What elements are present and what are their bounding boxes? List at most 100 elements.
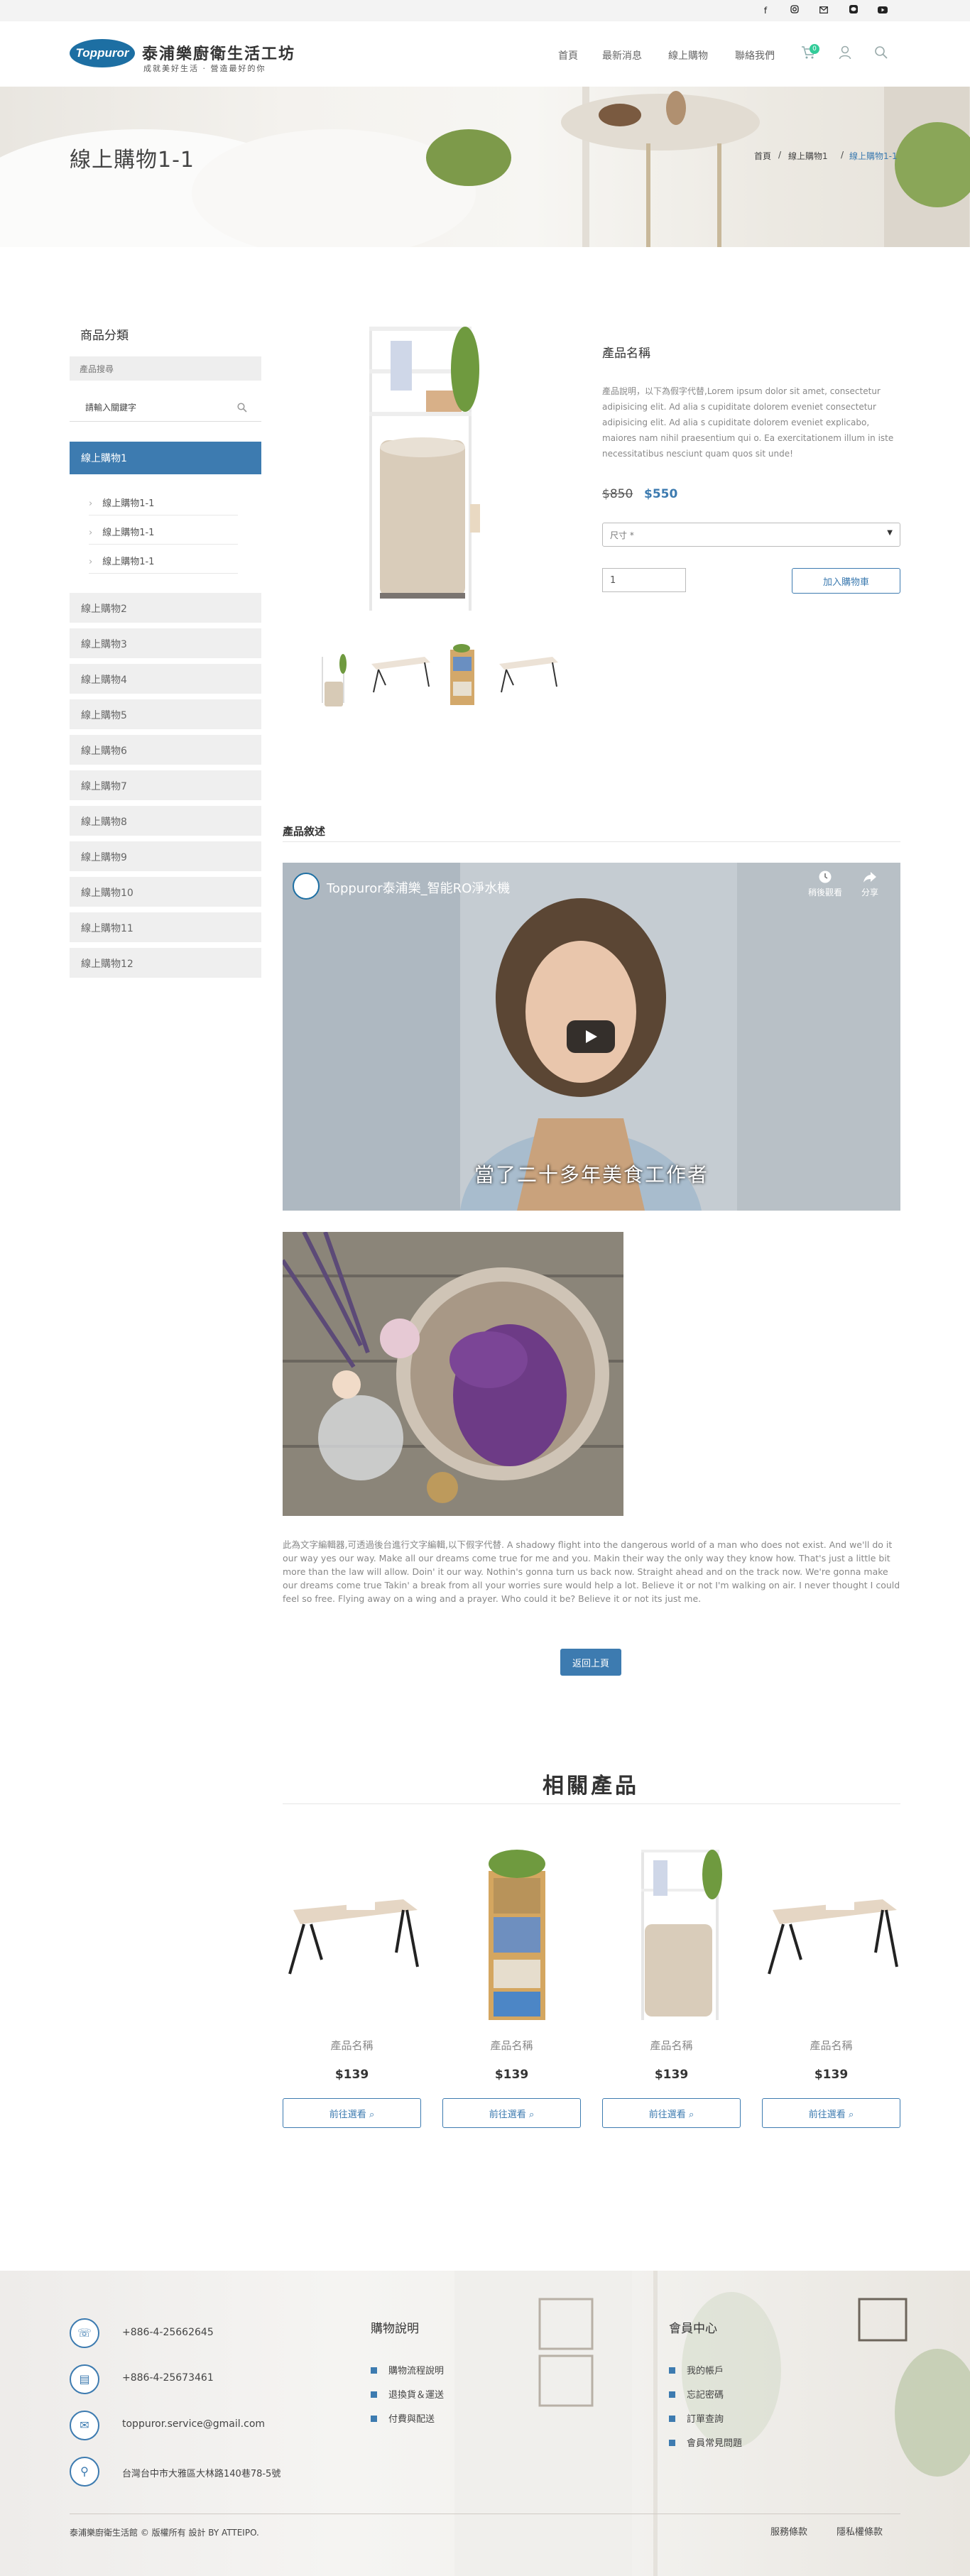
view-product-button[interactable]: 前往選看 ⌕	[602, 2098, 741, 2128]
view-product-label: 前往選看	[329, 2109, 366, 2120]
product-search-input[interactable]	[70, 393, 261, 422]
sidebar-item[interactable]: 線上購物5	[70, 699, 261, 729]
related-product-image[interactable]	[442, 1846, 581, 2024]
size-select[interactable]: 尺寸 * ▼	[602, 523, 900, 547]
footer-link-label: 訂單查詢	[687, 2414, 724, 2425]
price-original: $850	[602, 487, 633, 501]
chevron-down-icon: ▼	[887, 529, 893, 537]
chevron-right-icon: ›	[89, 557, 93, 567]
sidebar-item[interactable]: 線上購物11	[70, 912, 261, 942]
sidebar-subitem-label: 線上購物1-1	[102, 498, 155, 509]
sidebar-item[interactable]: 線上購物10	[70, 877, 261, 907]
size-select-value: 尺寸 *	[610, 530, 634, 540]
sidebar-item[interactable]: 線上購物9	[70, 841, 261, 871]
related-product-name[interactable]: 產品名稱	[602, 2038, 741, 2053]
nav-contact[interactable]: 聯絡我們	[735, 48, 775, 62]
watch-later-label: 稍後觀看	[808, 888, 843, 897]
sidebar-item[interactable]: 線上購物4	[70, 664, 261, 694]
email-icon[interactable]	[817, 4, 830, 17]
nav-news[interactable]: 最新消息	[602, 48, 642, 62]
related-product-image[interactable]	[602, 1846, 741, 2024]
footer-link[interactable]: 忘記密碼	[669, 2387, 724, 2401]
search-icon: ⌕	[369, 2109, 375, 2120]
sidebar-item[interactable]: 線上購物6	[70, 735, 261, 765]
brand-logo[interactable]: Toppuror	[70, 39, 135, 67]
sidebar-subitem[interactable]: › 線上購物1-1	[89, 516, 238, 545]
search-icon[interactable]	[237, 402, 247, 415]
nav-shop[interactable]: 線上購物	[668, 48, 708, 62]
bullet-icon	[669, 2416, 675, 2422]
related-product-name[interactable]: 產品名稱	[442, 2038, 581, 2053]
quantity-input[interactable]	[602, 568, 686, 592]
instagram-icon[interactable]	[788, 4, 801, 17]
fax-icon: ▤	[70, 2364, 99, 2394]
footer-link[interactable]: 會員常見問題	[669, 2435, 742, 2449]
footer-link-label: 付費與配送	[388, 2414, 435, 2425]
product-thumbnail[interactable]	[496, 643, 560, 706]
product-main-image[interactable]	[348, 312, 504, 625]
bullet-icon	[669, 2440, 675, 2446]
sidebar-item[interactable]: 線上購物8	[70, 806, 261, 836]
bullet-icon	[669, 2391, 675, 2398]
sidebar-subitem[interactable]: › 線上購物1-1	[89, 545, 238, 574]
nav-home[interactable]: 首頁	[558, 48, 578, 62]
related-product-price: $139	[814, 2068, 849, 2082]
product-thumbnail[interactable]	[317, 643, 349, 706]
sidebar-subitem-label: 線上購物1-1	[102, 557, 155, 567]
breadcrumb-home[interactable]: 首頁	[754, 150, 771, 162]
share-button[interactable]: 分享	[861, 870, 878, 898]
watch-later-button[interactable]: 稍後觀看	[808, 870, 842, 898]
facebook-icon[interactable]: f	[759, 4, 772, 17]
footer-address: 台灣台中市大雅區大林路140巷78-5號	[122, 2469, 281, 2479]
footer-email[interactable]: toppuror.service@gmail.com	[122, 2418, 265, 2430]
cart-count-badge: 0	[810, 44, 819, 54]
breadcrumb-category[interactable]: 線上購物1	[788, 150, 828, 162]
terms-link[interactable]: 服務條款	[770, 2524, 807, 2538]
footer-link[interactable]: 付費與配送	[371, 2411, 435, 2425]
price-sale: $550	[644, 487, 678, 501]
footer-link[interactable]: 購物流程說明	[371, 2363, 444, 2376]
play-button[interactable]	[567, 1020, 615, 1053]
sidebar-item-active[interactable]: 線上購物1	[70, 442, 261, 474]
view-product-button[interactable]: 前往選看 ⌕	[442, 2098, 581, 2128]
channel-avatar[interactable]	[293, 873, 320, 900]
search-icon: ⌕	[688, 2109, 694, 2120]
sidebar-item[interactable]: 線上購物3	[70, 628, 261, 658]
youtube-icon[interactable]	[876, 4, 889, 17]
copyright: 泰浦樂廚衛生活館 © 版權所有 設計 BY ATTEIPO.	[70, 2528, 259, 2538]
related-product-name[interactable]: 產品名稱	[762, 2038, 900, 2053]
description-body: 此為文字編輯器,可透過後台進行文字編輯,以下假字代替. A shadowy fl…	[283, 1539, 900, 1604]
user-icon[interactable]	[839, 45, 851, 63]
mail-icon: ✉	[70, 2411, 99, 2440]
line-icon[interactable]	[847, 4, 860, 17]
view-product-button[interactable]: 前往選看 ⌕	[762, 2098, 900, 2128]
product-thumbnail[interactable]	[446, 643, 478, 706]
sidebar-item[interactable]: 線上購物7	[70, 770, 261, 800]
footer-link[interactable]: 我的帳戶	[669, 2363, 724, 2376]
breadcrumb-current: 線上購物1-1	[849, 151, 898, 161]
footer-link[interactable]: 退換貨＆運送	[371, 2387, 444, 2401]
sidebar-item[interactable]: 線上購物12	[70, 948, 261, 978]
product-search-label: 產品搜尋	[70, 356, 261, 381]
related-product-price: $139	[654, 2068, 689, 2082]
add-to-cart-button[interactable]: 加入購物車	[792, 568, 900, 594]
search-icon: ⌕	[528, 2109, 535, 2120]
related-product-name[interactable]: 產品名稱	[283, 2038, 421, 2053]
related-product-price: $139	[334, 2068, 369, 2082]
video-title[interactable]: Toppuror泰浦樂_智能RO淨水機	[327, 878, 510, 897]
brand-name[interactable]: 泰浦樂廚衛生活工坊	[142, 41, 295, 64]
footer-link[interactable]: 訂單查詢	[669, 2411, 724, 2425]
privacy-link[interactable]: 隱私權條款	[837, 2524, 883, 2538]
search-icon: ⌕	[848, 2109, 854, 2120]
back-button[interactable]: 返回上頁	[560, 1649, 621, 1676]
search-icon[interactable]	[874, 45, 888, 63]
related-product-image[interactable]	[283, 1846, 421, 2024]
footer-phone[interactable]: +886-4-25662645	[122, 2327, 214, 2338]
sidebar-subitem[interactable]: › 線上購物1-1	[89, 487, 238, 515]
view-product-button[interactable]: 前往選看 ⌕	[283, 2098, 421, 2128]
related-product-image[interactable]	[762, 1846, 900, 2024]
sidebar-item[interactable]: 線上購物2	[70, 593, 261, 623]
breadcrumb-separator: /	[778, 150, 782, 160]
product-video[interactable]: Toppuror泰浦樂_智能RO淨水機 稍後觀看 分享 當了二十多年美食工作者	[283, 863, 900, 1211]
product-thumbnail[interactable]	[368, 643, 432, 706]
